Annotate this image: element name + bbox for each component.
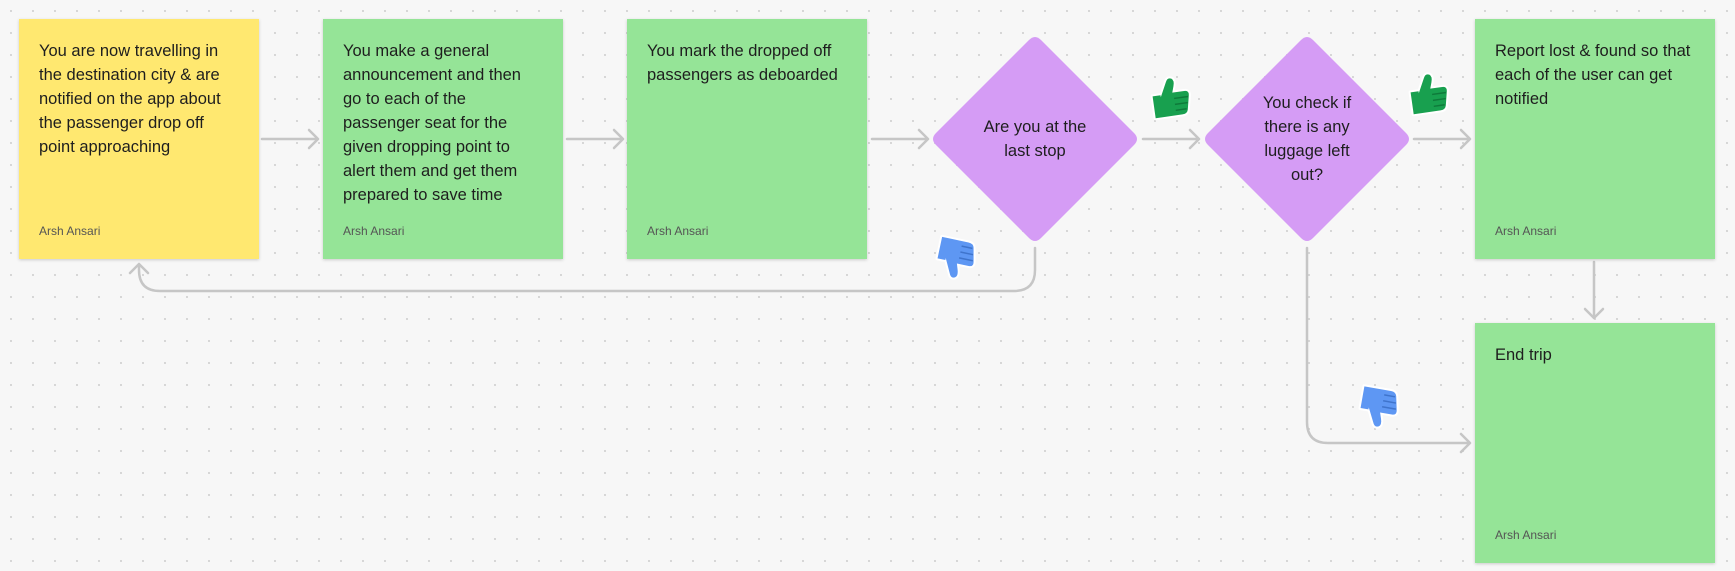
sticky-note[interactable]: You make a general announcement and then… xyxy=(323,19,563,259)
connector-arrow xyxy=(565,128,625,150)
connector-arrow xyxy=(260,128,320,150)
note-author: Arsh Ansari xyxy=(1495,528,1557,542)
connector-arrow-loop-back xyxy=(128,246,1037,293)
decision-diamond[interactable]: Are you at the last stop xyxy=(930,34,1140,244)
thumbs-down-icon[interactable] xyxy=(1354,381,1402,433)
note-text: You make a general announcement and then… xyxy=(343,42,521,204)
decision-text: You check if there is any luggage left o… xyxy=(1262,94,1352,184)
thumbs-up-icon[interactable] xyxy=(1146,72,1194,124)
note-author: Arsh Ansari xyxy=(1495,224,1557,238)
connector-arrow xyxy=(1141,128,1201,150)
decision-diamond[interactable]: You check if there is any luggage left o… xyxy=(1202,34,1412,244)
note-text: Report lost & found so that each of the … xyxy=(1495,42,1691,108)
decision-text: Are you at the last stop xyxy=(983,118,1087,160)
connector-arrow xyxy=(1412,128,1472,150)
sticky-note[interactable]: Report lost & found so that each of the … xyxy=(1475,19,1715,259)
sticky-note-end-trip[interactable]: End trip Arsh Ansari xyxy=(1475,323,1715,563)
note-author: Arsh Ansari xyxy=(647,224,709,238)
sticky-note[interactable]: You mark the dropped off passengers as d… xyxy=(627,19,867,259)
note-text: End trip xyxy=(1495,346,1552,364)
note-text: You mark the dropped off passengers as d… xyxy=(647,42,838,84)
thumbs-down-icon[interactable] xyxy=(931,232,979,284)
note-author: Arsh Ansari xyxy=(343,224,405,238)
connector-arrow xyxy=(1583,260,1605,320)
note-text: You are now travelling in the destinatio… xyxy=(39,42,221,156)
note-author: Arsh Ansari xyxy=(39,224,101,238)
thumbs-up-icon[interactable] xyxy=(1404,68,1452,120)
sticky-note[interactable]: You are now travelling in the destinatio… xyxy=(19,19,259,259)
connector-arrow xyxy=(870,128,930,150)
